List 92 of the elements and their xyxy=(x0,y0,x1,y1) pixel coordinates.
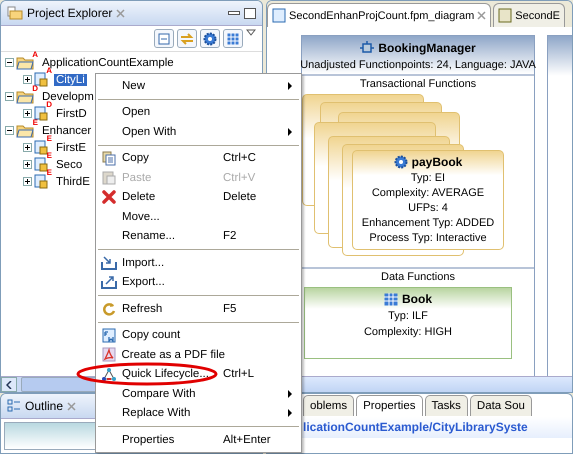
status-letter: A xyxy=(46,67,52,75)
menu-item[interactable]: Delete Delete xyxy=(96,188,301,207)
close-icon[interactable] xyxy=(477,11,486,20)
file-icon xyxy=(34,106,48,121)
collapse-icon[interactable] xyxy=(5,126,14,135)
expand-icon[interactable] xyxy=(23,75,32,84)
explorer-icon xyxy=(7,6,23,20)
menu-item[interactable]: Copy Ctrl+C xyxy=(96,148,301,168)
section-title: Data Functions xyxy=(302,267,534,285)
menu-item[interactable]: Open With xyxy=(96,122,301,142)
collapse-all-button[interactable] xyxy=(154,29,174,48)
panel-title: Outline xyxy=(25,399,64,413)
card-line: Process Typ: Interactive xyxy=(369,232,487,244)
menu-item[interactable]: Move... xyxy=(96,207,301,226)
scroll-left-button[interactable] xyxy=(1,377,17,392)
tree-item[interactable]: CityLi xyxy=(54,74,87,86)
tree-item[interactable]: FirstD xyxy=(54,108,89,120)
folder-icon xyxy=(16,56,34,70)
card-line: Typ: EI xyxy=(410,172,446,184)
status-letter: D xyxy=(46,101,52,109)
status-letter: E xyxy=(46,152,52,160)
collapse-icon[interactable] xyxy=(5,58,14,67)
panel-title: Project Explorer xyxy=(27,6,112,20)
copy-icon xyxy=(102,150,116,166)
document-icon xyxy=(272,8,286,23)
file-icon xyxy=(34,72,48,87)
menu-item[interactable]: Refresh F5 xyxy=(96,299,301,318)
folder-icon xyxy=(16,124,34,138)
status-letter: E xyxy=(46,169,52,177)
file-icon xyxy=(34,157,48,172)
tree-item[interactable]: ApplicationCountExample xyxy=(40,56,176,68)
card-line: Typ: ILF xyxy=(388,310,428,322)
menu-item[interactable]: Rename... F2 xyxy=(96,226,301,246)
card-title: payBook xyxy=(394,155,462,169)
expand-icon[interactable] xyxy=(23,143,32,152)
pdf-icon xyxy=(102,347,116,362)
settings-button[interactable] xyxy=(200,29,220,48)
component-subtitle: Unadjusted Functionpoints: 24, Language: JAVA xyxy=(300,59,536,71)
menu-item[interactable]: Import... xyxy=(96,253,301,272)
gear-icon xyxy=(394,155,408,169)
tree-item[interactable]: Seco xyxy=(54,158,84,170)
section-title: Transactional Functions xyxy=(302,74,534,92)
export-icon xyxy=(101,275,117,290)
view-tab[interactable]: Data Sou xyxy=(470,395,532,416)
table-icon xyxy=(384,292,398,306)
card-line: Complexity: HIGH xyxy=(364,326,452,338)
delete-icon xyxy=(102,190,116,204)
outline-icon xyxy=(7,399,21,413)
tree-item[interactable]: Enhancer xyxy=(40,124,94,136)
file-icon xyxy=(34,140,48,155)
status-letter: D xyxy=(32,84,38,92)
view-tab[interactable]: oblems xyxy=(303,395,354,416)
file-icon xyxy=(34,174,48,189)
menu-item[interactable]: Open xyxy=(96,102,301,122)
status-letter: E xyxy=(46,135,52,143)
status-letter: A xyxy=(32,50,38,58)
expand-icon[interactable] xyxy=(23,109,32,118)
document-icon xyxy=(102,328,116,343)
menu-item[interactable]: Quick Lifecycle... Ctrl+L xyxy=(96,364,301,384)
table-button[interactable] xyxy=(223,29,243,48)
maximize-icon[interactable] xyxy=(244,8,256,18)
editor-tab[interactable]: SecondE xyxy=(493,3,565,27)
folder-icon xyxy=(16,90,34,104)
editor-tab[interactable]: SecondEnhanProjCount.fpm_diagram xyxy=(267,3,492,27)
card-line: Complexity: AVERAGE xyxy=(372,187,484,199)
view-tab[interactable]: Properties xyxy=(356,395,422,416)
tree-item[interactable]: FirstE xyxy=(54,142,88,154)
menu-item[interactable]: Copy count xyxy=(96,326,301,345)
menu-item[interactable]: New xyxy=(96,76,301,96)
expand-icon[interactable] xyxy=(23,160,32,169)
paste-icon xyxy=(102,170,116,186)
menu-item[interactable]: Create as a PDF file xyxy=(96,345,301,364)
dropdown-icon[interactable] xyxy=(246,29,256,37)
minimize-icon[interactable] xyxy=(228,10,240,14)
menu-item[interactable]: Export... xyxy=(96,272,301,292)
card-title: Book xyxy=(384,292,432,306)
collapse-icon[interactable] xyxy=(5,92,14,101)
card-line: Enhancement Typ: ADDED xyxy=(362,217,494,229)
refresh-icon xyxy=(102,302,116,316)
tree-item[interactable]: ThirdE xyxy=(54,176,92,188)
tree-item[interactable]: Developm xyxy=(40,90,96,102)
document-icon xyxy=(498,8,512,23)
card-line: UFPs: 4 xyxy=(408,202,448,214)
component-title: BookingManager xyxy=(360,41,476,55)
lifecycle-icon xyxy=(101,366,117,382)
component-icon xyxy=(360,41,374,55)
collapse-icon xyxy=(158,32,170,44)
status-letter: E xyxy=(32,118,38,126)
view-tab[interactable]: Tasks xyxy=(424,395,468,416)
import-icon xyxy=(101,256,117,270)
menu-item[interactable]: Compare With xyxy=(96,384,301,404)
expand-icon[interactable] xyxy=(23,177,32,186)
